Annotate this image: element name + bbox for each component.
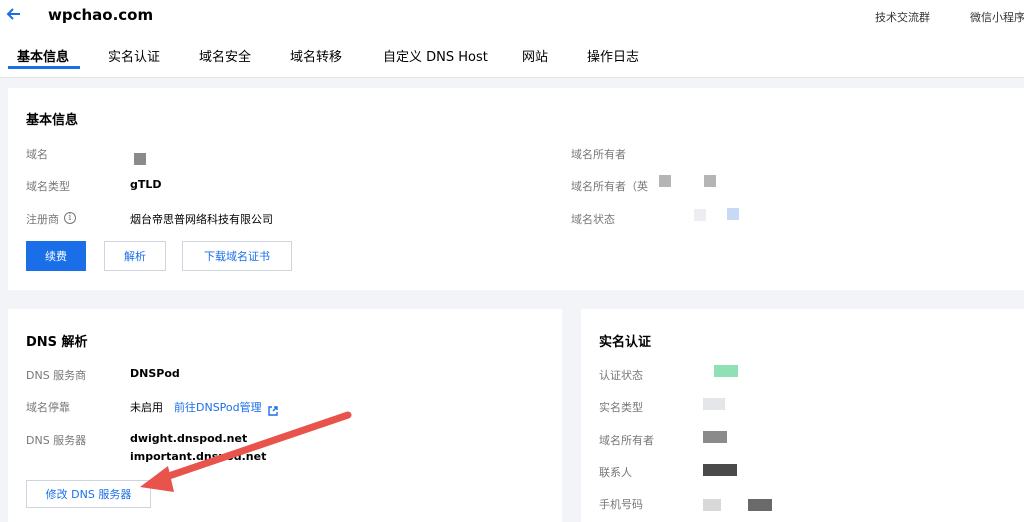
realname-owner-label: 域名所有者: [599, 434, 654, 447]
tab-custom-dns-host[interactable]: 自定义 DNS Host: [383, 46, 488, 65]
tab-operation-log[interactable]: 操作日志: [587, 46, 639, 65]
dns-title: DNS 解析: [26, 335, 88, 350]
status-redacted-2: [727, 208, 739, 220]
tab-bar: 基本信息 实名认证 域名安全 域名转移 自定义 DNS Host 网站 操作日志: [0, 44, 1024, 78]
owner-label: 域名所有者: [571, 148, 626, 161]
realname-title: 实名认证: [599, 335, 652, 350]
owner-en-label: 域名所有者（英: [571, 180, 648, 193]
dns-provider-value: DNSPod: [130, 367, 180, 380]
domain-parking-label: 域名停靠: [26, 401, 70, 414]
tab-website[interactable]: 网站: [522, 46, 548, 65]
domain-value-redacted: [134, 153, 146, 165]
dnspod-manage-link[interactable]: 前往DNSPod管理: [174, 399, 262, 415]
external-link-icon[interactable]: [268, 401, 278, 416]
active-tab-indicator: [8, 66, 80, 69]
phone-redacted-2: [748, 499, 772, 511]
realname-type-redacted: [703, 398, 725, 410]
domain-type-value: gTLD: [130, 178, 162, 191]
domain-type-label: 域名类型: [26, 180, 70, 193]
tab-domain-security[interactable]: 域名安全: [199, 46, 251, 65]
tab-basic-info[interactable]: 基本信息: [17, 46, 69, 65]
tab-domain-transfer[interactable]: 域名转移: [290, 46, 342, 65]
phone-label: 手机号码: [599, 498, 643, 511]
basic-info-title: 基本信息: [26, 113, 79, 128]
contact-redacted: [703, 464, 737, 476]
tech-group-link[interactable]: 技术交流群: [875, 9, 930, 25]
realname-owner-redacted: [703, 431, 727, 443]
renew-button[interactable]: 续费: [26, 241, 86, 271]
registrar-value: 烟台帝思普网络科技有限公司: [130, 213, 273, 226]
registrar-label: 注册商: [26, 213, 59, 226]
tab-realname[interactable]: 实名认证: [108, 46, 160, 65]
phone-redacted-1: [703, 499, 721, 511]
back-arrow-icon[interactable]: [6, 6, 24, 26]
domain-status-label: 域名状态: [571, 213, 615, 226]
basic-info-card: 基本信息 域名 域名类型 gTLD 注册商 i 烟台帝思普网络科技有限公司 域名…: [8, 88, 1024, 290]
dns-card: DNS 解析 DNS 服务商 DNSPod 域名停靠 未启用 前往DNSPod管…: [8, 309, 562, 522]
cert-status-label: 认证状态: [599, 369, 643, 382]
mini-program-link[interactable]: 微信小程序: [970, 9, 1024, 25]
modify-dns-servers-button[interactable]: 修改 DNS 服务器: [26, 480, 151, 508]
cert-status-redacted: [714, 365, 738, 377]
info-icon[interactable]: i: [64, 212, 76, 224]
contact-label: 联系人: [599, 466, 632, 479]
realname-type-label: 实名类型: [599, 401, 643, 414]
status-redacted-1: [694, 209, 706, 221]
realname-card: 实名认证 认证状态 实名类型 域名所有者 联系人 手机号码: [581, 309, 1024, 522]
download-certificate-button[interactable]: 下载域名证书: [182, 241, 292, 271]
dns-provider-label: DNS 服务商: [26, 369, 87, 382]
resolve-button[interactable]: 解析: [104, 241, 166, 271]
domain-label: 域名: [26, 148, 48, 161]
top-bar: wpchao.com 技术交流群 微信小程序 基本信息 实名认证 域名安全 域名…: [0, 0, 1024, 78]
dns-servers-label: DNS 服务器: [26, 434, 87, 447]
dns-server-2: important.dnspod.net: [130, 450, 267, 463]
domain-parking-value: 未启用: [130, 401, 163, 414]
owner-en-redacted-2: [704, 175, 716, 187]
owner-en-redacted-1: [659, 175, 671, 187]
dns-server-1: dwight.dnspod.net: [130, 432, 248, 445]
page-title: wpchao.com: [48, 6, 154, 24]
